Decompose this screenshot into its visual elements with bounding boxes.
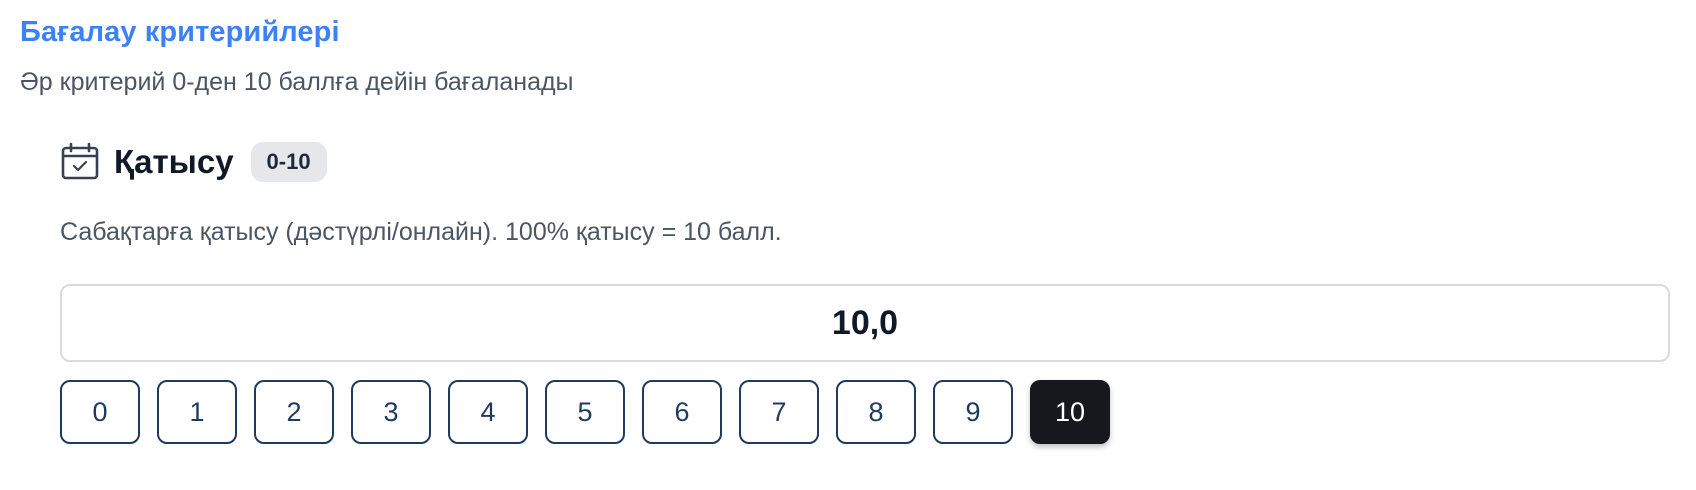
section-subtitle: Әр критерий 0-ден 10 баллға дейін бағала… — [20, 68, 574, 96]
score-button-6[interactable]: 6 — [642, 380, 722, 444]
score-button-1[interactable]: 1 — [157, 380, 237, 444]
calendar-check-icon — [60, 142, 100, 182]
grading-criteria-page: Бағалау критерийлері Әр критерий 0-ден 1… — [0, 0, 1696, 490]
score-input[interactable]: 10,0 — [60, 284, 1670, 362]
criterion-description: Сабақтарға қатысу (дәстүрлі/онлайн). 100… — [60, 218, 782, 246]
score-button-2[interactable]: 2 — [254, 380, 334, 444]
criterion-header: Қатысу 0-10 — [60, 140, 1676, 184]
score-button-8[interactable]: 8 — [836, 380, 916, 444]
quick-score-buttons: 0 1 2 3 4 5 6 7 8 9 10 — [60, 380, 1110, 444]
criterion-card-attendance: Қатысу 0-10 Сабақтарға қатысу (дәстүрлі/… — [60, 140, 1676, 444]
score-button-3[interactable]: 3 — [351, 380, 431, 444]
score-button-5[interactable]: 5 — [545, 380, 625, 444]
score-button-9[interactable]: 9 — [933, 380, 1013, 444]
score-button-4[interactable]: 4 — [448, 380, 528, 444]
score-button-7[interactable]: 7 — [739, 380, 819, 444]
range-badge: 0-10 — [250, 142, 327, 182]
section-title: Бағалау критерийлері — [20, 16, 340, 48]
criterion-name: Қатысу — [114, 143, 234, 180]
score-button-10[interactable]: 10 — [1030, 380, 1110, 444]
score-button-0[interactable]: 0 — [60, 380, 140, 444]
